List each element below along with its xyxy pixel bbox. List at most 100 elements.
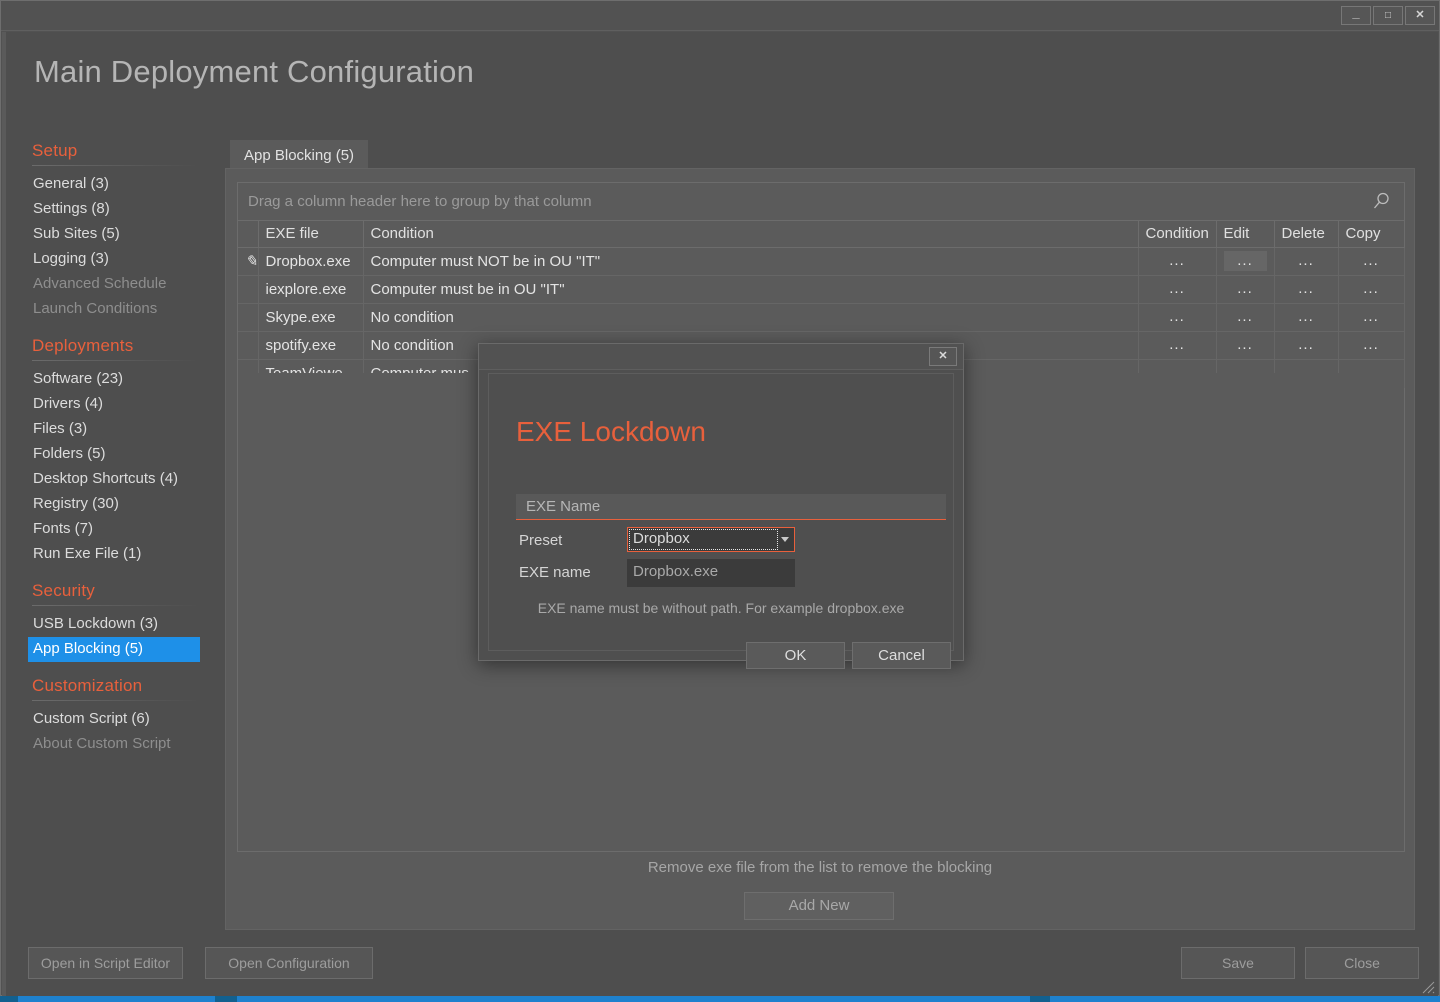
delete-button[interactable]: ... (1282, 307, 1331, 327)
sidebar-item-fonts[interactable]: Fonts (7) (28, 517, 218, 542)
sidebar-item-sub-sites[interactable]: Sub Sites (5) (28, 222, 218, 247)
table-header: EXE file Condition Condition Edit Delete… (238, 221, 1405, 248)
dialog-close-button[interactable]: ✕ (929, 347, 957, 366)
open-in-script-editor-button[interactable]: Open in Script Editor (28, 947, 183, 979)
cancel-button[interactable]: Cancel (852, 642, 951, 669)
exe-name-input[interactable] (516, 494, 946, 520)
cell-condition: Computer must be in OU "IT" (363, 275, 1139, 304)
condition-action-button[interactable]: ... (1146, 335, 1209, 355)
taskbar-strip (0, 996, 1440, 1002)
sidebar-item-folders[interactable]: Folders (5) (28, 442, 218, 467)
condition-action-button[interactable]: ... (1146, 307, 1209, 327)
group-by-bar[interactable]: Drag a column header here to group by th… (238, 183, 1404, 221)
close-window-button[interactable]: ✕ (1405, 6, 1435, 25)
cell-condition-action-button[interactable]: ... (1138, 331, 1217, 360)
col-delete[interactable]: Delete (1274, 221, 1339, 248)
sidebar-item-drivers[interactable]: Drivers (4) (28, 392, 218, 417)
edit-button[interactable]: ... (1224, 335, 1267, 355)
sidebar-item-software[interactable]: Software (23) (28, 367, 218, 392)
cell-condition-action-button[interactable]: ... (1138, 303, 1217, 332)
preset-selected-value: Dropbox (633, 530, 690, 547)
cell-copy-button[interactable]: ... (1338, 275, 1405, 304)
sidebar-item-logging[interactable]: Logging (3) (28, 247, 218, 272)
cell-delete-button[interactable]: ... (1274, 303, 1339, 332)
sidebar-item-desktop-shortcuts[interactable]: Desktop Shortcuts (4) (28, 467, 218, 492)
col-condition-text[interactable]: Condition (363, 221, 1139, 248)
cell-copy-button[interactable]: ... (1338, 303, 1405, 332)
cell-delete-button[interactable]: ... (1274, 275, 1339, 304)
row-indicator (238, 331, 259, 360)
edit-button[interactable]: ... (1224, 307, 1267, 327)
open-configuration-button[interactable]: Open Configuration (205, 947, 373, 979)
cell-delete-button[interactable]: ... (1274, 331, 1339, 360)
cell-condition-action-button[interactable]: ... (1138, 275, 1217, 304)
cell-delete-button[interactable]: ... (1274, 247, 1339, 276)
chevron-down-icon[interactable] (778, 528, 792, 551)
copy-button[interactable]: ... (1346, 251, 1397, 271)
delete-button[interactable]: ... (1282, 251, 1331, 271)
cell-edit-button[interactable]: ... (1216, 247, 1275, 276)
sidebar-group-title: Deployments (32, 336, 134, 355)
table-row[interactable]: ✎ Dropbox.exe Computer must NOT be in OU "… (238, 247, 1405, 276)
sidebar-item-custom-script[interactable]: Custom Script (6) (28, 707, 218, 732)
close-button[interactable]: Close (1305, 947, 1419, 979)
close-icon: ✕ (1415, 9, 1425, 21)
sidebar-group-divider (32, 605, 200, 606)
sidebar-item-files[interactable]: Files (3) (28, 417, 218, 442)
preset-dropdown[interactable]: Dropbox (627, 527, 795, 552)
resize-grip-icon[interactable] (1419, 978, 1435, 994)
copy-button[interactable]: ... (1346, 307, 1397, 327)
cell-copy-button[interactable]: ... (1338, 247, 1405, 276)
delete-button[interactable]: ... (1282, 335, 1331, 355)
table-header-row: EXE file Condition Condition Edit Delete… (238, 221, 1405, 248)
sidebar-item-general[interactable]: General (3) (28, 172, 218, 197)
close-icon: ✕ (938, 350, 948, 362)
maximize-button[interactable]: □ (1373, 6, 1403, 25)
copy-button[interactable]: ... (1346, 335, 1397, 355)
exe-name-value[interactable]: Dropbox.exe (627, 559, 795, 587)
window-titlebar: _ □ ✕ (1, 1, 1439, 31)
tab-app-blocking[interactable]: App Blocking (5) (230, 140, 369, 169)
condition-action-button[interactable]: ... (1146, 279, 1209, 299)
col-copy[interactable]: Copy (1338, 221, 1405, 248)
cell-copy-button[interactable]: ... (1338, 331, 1405, 360)
cell-edit-button[interactable]: ... (1216, 275, 1275, 304)
save-button[interactable]: Save (1181, 947, 1295, 979)
cell-exe-file: Dropbox.exe (258, 247, 364, 276)
condition-action-button[interactable]: ... (1146, 251, 1209, 271)
sidebar-group: Setup General (3) Settings (8) Sub Sites (5… (28, 137, 218, 322)
cell-edit-button[interactable]: ... (1216, 303, 1275, 332)
sidebar-navigation: Setup General (3) Settings (8) Sub Sites (5… (28, 137, 218, 767)
cell-edit-button[interactable]: ... (1216, 331, 1275, 360)
delete-button[interactable]: ... (1282, 279, 1331, 299)
sidebar-group-divider (32, 700, 200, 701)
col-condition-action[interactable]: Condition (1138, 221, 1217, 248)
exe-name-help-text: EXE name must be without path. For examp… (537, 600, 905, 616)
search-icon[interactable] (1370, 190, 1394, 214)
col-exe-file[interactable]: EXE file (258, 221, 364, 248)
minimize-button[interactable]: _ (1341, 5, 1371, 25)
add-new-button[interactable]: Add New (744, 892, 894, 920)
sidebar-group-title: Security (32, 581, 96, 600)
cell-condition-action-button[interactable]: ... (1138, 247, 1217, 276)
copy-button[interactable]: ... (1346, 279, 1397, 299)
sidebar-group-title: Customization (32, 676, 143, 695)
sidebar-item-about-custom-script: About Custom Script (33, 735, 171, 752)
dialog-body: EXE Lockdown Preset Dropbox EXE name Dro… (488, 373, 954, 669)
edit-button[interactable]: ... (1223, 251, 1267, 271)
application-window: _ □ ✕ Main Deployment Configuration Setu… (0, 0, 1440, 996)
edit-button[interactable]: ... (1224, 279, 1267, 299)
sidebar-item-run-exe-file[interactable]: Run Exe File (1) (28, 542, 218, 567)
sidebar-item-settings[interactable]: Settings (8) (28, 197, 218, 222)
sidebar-item-registry[interactable]: Registry (30) (28, 492, 218, 517)
sidebar-item-app-blocking[interactable]: App Blocking (5) (28, 637, 200, 662)
sidebar-item-usb-lockdown[interactable]: USB Lockdown (3) (28, 612, 218, 637)
sidebar-group: Customization Custom Script (6) About Cust… (28, 672, 218, 757)
col-edit[interactable]: Edit (1216, 221, 1275, 248)
cell-condition: No condition (363, 303, 1139, 332)
dialog-title: EXE Lockdown (516, 416, 706, 447)
ok-button[interactable]: OK (746, 642, 845, 669)
table-row[interactable]: iexplore.exe Computer must be in OU "IT".… (238, 275, 1405, 304)
table-row[interactable]: Skype.exe No condition............ (238, 303, 1405, 332)
sidebar-item-launch-conditions: Launch Conditions (33, 300, 158, 317)
